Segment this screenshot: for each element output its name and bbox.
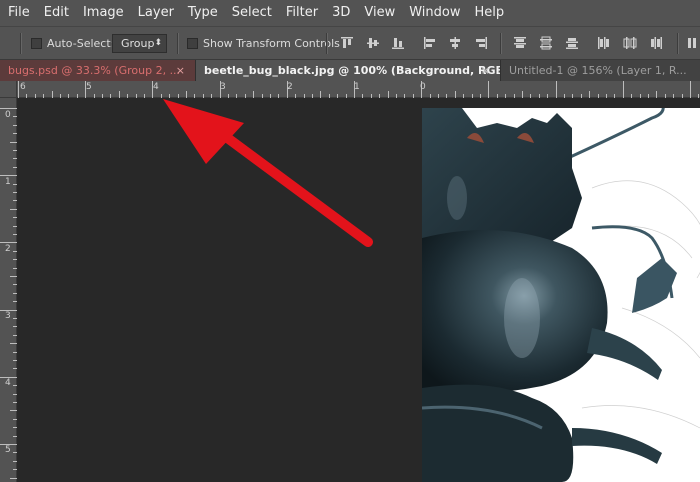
ruler-ticks [18,81,699,98]
tab-bugs-psd[interactable]: bugs.psd @ 33.3% (Group 2, ... × [0,60,196,81]
align-bottom-icon[interactable] [391,36,405,50]
auto-select-checkbox[interactable] [31,37,42,49]
tab-label: bugs.psd @ 33.3% (Group 2, ... [8,64,181,77]
ruler-label: 2 [5,244,11,254]
auto-select-value: Group [121,37,155,50]
options-separator [326,33,328,54]
distribute-vertical-center-icon[interactable] [539,36,553,50]
ruler-label: 0 [5,110,11,120]
options-separator [20,33,22,54]
tab-label: beetle_bug_black.jpg @ 100% (Background,… [204,64,500,77]
options-separator [500,33,502,54]
ruler-label: 5 [5,445,11,455]
ruler-label: 6 [20,82,26,92]
menu-layer[interactable]: Layer [131,0,181,26]
menu-view[interactable]: View [357,0,402,26]
ruler-ticks [0,108,17,479]
ruler-label: 4 [5,378,11,388]
beetle-image [422,108,700,482]
canvas-workspace[interactable] [17,98,700,482]
menu-filter[interactable]: Filter [279,0,325,26]
close-icon[interactable]: × [481,60,490,81]
align-horizontal-center-icon[interactable] [448,36,462,50]
document-tab-bar: bugs.psd @ 33.3% (Group 2, ... × beetle_… [0,60,700,81]
align-top-icon[interactable] [340,36,354,50]
menu-window[interactable]: Window [402,0,467,26]
options-separator [177,33,179,54]
auto-select-option: Auto-Select: [31,27,114,59]
menu-help[interactable]: Help [468,0,512,26]
ruler-origin-corner[interactable] [0,81,17,98]
show-transform-label: Show Transform Controls [203,36,340,50]
ruler-label: 5 [86,82,92,92]
align-left-icon[interactable] [423,36,437,50]
show-transform-option: Show Transform Controls [187,27,340,59]
auto-select-dropdown[interactable]: Group ⬍ [112,34,167,53]
menu-image[interactable]: Image [76,0,131,26]
menu-3d[interactable]: 3D [325,0,357,26]
menu-bar: File Edit Image Layer Type Select Filter… [0,0,700,26]
vertical-ruler[interactable]: 0 1 2 3 4 5 [0,98,17,482]
menu-type[interactable]: Type [181,0,225,26]
ruler-label: 3 [5,311,11,321]
show-transform-checkbox[interactable] [187,37,198,49]
distribute-right-icon[interactable] [649,36,663,50]
options-separator [677,33,679,54]
distribute-bottom-icon[interactable] [565,36,579,50]
menu-edit[interactable]: Edit [37,0,76,26]
align-right-icon[interactable] [474,36,488,50]
options-bar: Auto-Select: Group ⬍ Show Transform Cont… [0,26,700,60]
menu-file[interactable]: File [0,0,37,26]
close-icon[interactable]: × [176,60,185,81]
distribute-horizontal-center-icon[interactable] [623,36,637,50]
ruler-label: 1 [5,177,11,187]
menu-select[interactable]: Select [225,0,279,26]
auto-align-icon[interactable] [687,36,700,50]
ruler-label: 3 [220,82,226,92]
distribute-left-icon[interactable] [597,36,611,50]
tab-beetle-bug-black[interactable]: beetle_bug_black.jpg @ 100% (Background,… [196,60,501,81]
document-canvas[interactable] [422,108,700,482]
dropdown-arrows-icon: ⬍ [154,38,162,48]
ruler-label: 4 [153,82,159,92]
horizontal-ruler[interactable]: 6 5 4 3 2 1 0 [0,81,700,98]
tab-untitled-1[interactable]: Untitled-1 @ 156% (Layer 1, R... [501,60,700,81]
align-vertical-center-icon[interactable] [366,36,380,50]
ruler-label: 1 [354,82,360,92]
ruler-label: 0 [420,82,426,92]
ruler-label: 2 [287,82,293,92]
tab-label: Untitled-1 @ 156% (Layer 1, R... [509,64,687,77]
auto-select-label: Auto-Select: [47,36,115,50]
distribute-top-icon[interactable] [513,36,527,50]
